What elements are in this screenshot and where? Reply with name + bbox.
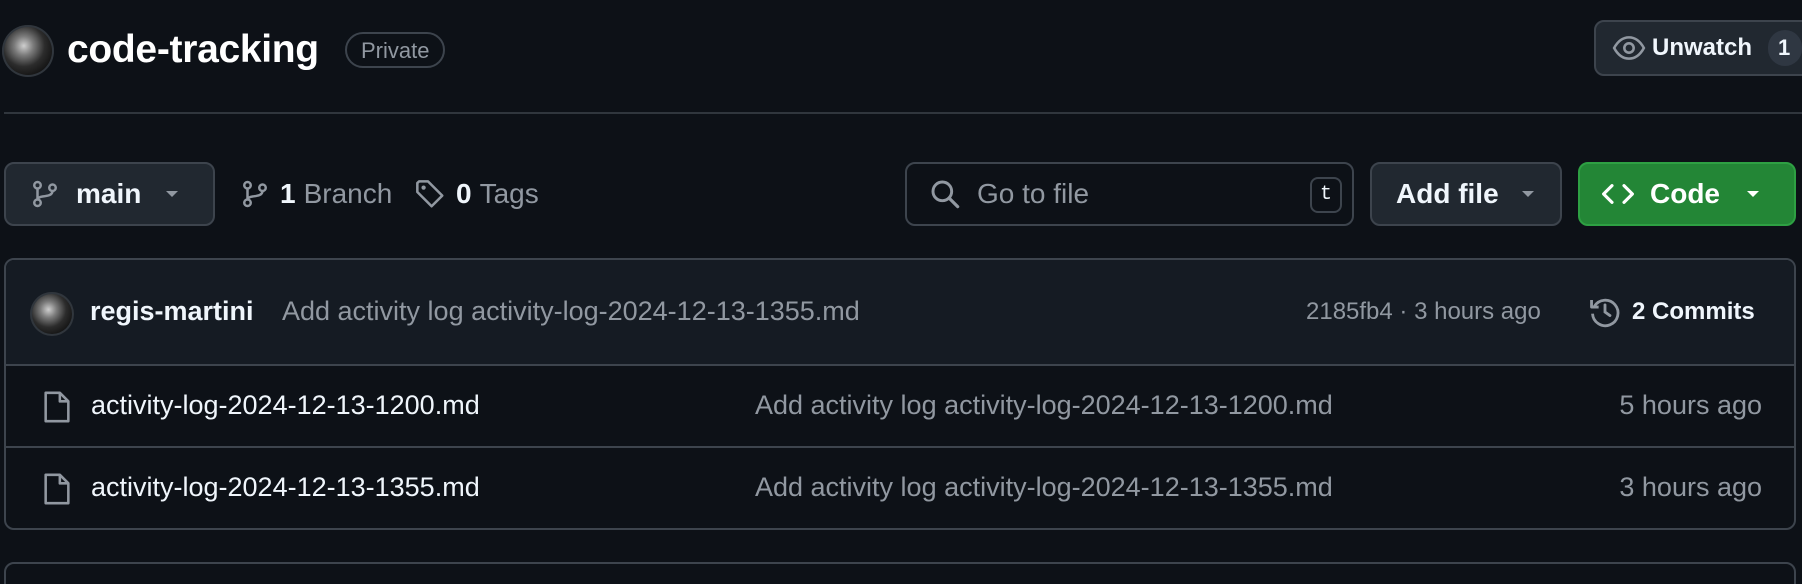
git-branch-icon xyxy=(243,180,267,208)
tag-icon xyxy=(416,180,444,208)
go-to-file-input[interactable] xyxy=(975,177,1289,211)
code-button[interactable]: Code xyxy=(1578,162,1796,226)
branch-name: main xyxy=(76,178,142,209)
visibility-badge: Private xyxy=(345,32,446,68)
commit-hash-and-time[interactable]: 2185fb4 · 3 hours ago xyxy=(1306,298,1541,326)
go-to-file-search[interactable]: t xyxy=(905,162,1354,226)
commits-count-label: 2 Commits xyxy=(1632,298,1755,325)
tags-link[interactable]: 0 Tags xyxy=(414,168,539,220)
header-divider xyxy=(4,112,1802,114)
repo-name[interactable]: code-tracking xyxy=(67,24,319,76)
repo-header: code-tracking Private Unwatch 1 xyxy=(0,0,1802,112)
add-file-label: Add file xyxy=(1396,178,1499,209)
file-icon xyxy=(44,391,70,423)
tag-count: 0 xyxy=(456,178,472,209)
watchers-count: 1 xyxy=(1768,30,1802,66)
latest-commit-row: regis-martini Add activity log activity-… xyxy=(6,260,1794,366)
commit-author[interactable]: regis-martini xyxy=(90,296,254,327)
chevron-down-icon xyxy=(1521,191,1534,197)
readme-panel xyxy=(4,562,1796,584)
file-commit-message[interactable]: Add activity log activity-log-2024-12-13… xyxy=(755,472,1333,503)
branch-count: 1 xyxy=(280,178,296,209)
file-commit-age: 5 hours ago xyxy=(1619,390,1762,420)
code-brackets-icon xyxy=(1602,184,1634,204)
branch-selector-button[interactable]: main xyxy=(4,162,215,226)
git-branch-icon xyxy=(33,180,57,208)
table-row[interactable]: activity-log-2024-12-13-1355.md Add acti… xyxy=(6,448,1794,528)
eye-icon xyxy=(1612,36,1646,60)
unwatch-label: Unwatch xyxy=(1652,34,1753,61)
file-name-link[interactable]: activity-log-2024-12-13-1355.md xyxy=(91,472,480,503)
history-icon xyxy=(1590,298,1620,328)
keyboard-shortcut-hint: t xyxy=(1310,177,1342,213)
owner-avatar[interactable] xyxy=(2,25,54,77)
search-icon xyxy=(931,180,960,209)
file-table: regis-martini Add activity log activity-… xyxy=(4,258,1796,530)
file-icon xyxy=(44,473,70,505)
table-row[interactable]: activity-log-2024-12-13-1200.md Add acti… xyxy=(6,366,1794,448)
avatar[interactable] xyxy=(30,292,74,336)
file-commit-message[interactable]: Add activity log activity-log-2024-12-13… xyxy=(755,390,1333,421)
tag-label: Tags xyxy=(479,178,539,209)
commits-history-link[interactable]: 2 Commits xyxy=(1588,290,1755,334)
unwatch-button[interactable]: Unwatch 1 xyxy=(1594,20,1802,76)
code-label: Code xyxy=(1650,178,1720,209)
branch-label: Branch xyxy=(303,178,393,209)
chevron-down-icon xyxy=(166,191,179,197)
branches-link[interactable]: 1 Branch xyxy=(240,168,392,220)
file-commit-age: 3 hours ago xyxy=(1619,472,1762,502)
repository-page: code-tracking Private Unwatch 1 main 1 B… xyxy=(0,0,1802,584)
chevron-down-icon xyxy=(1747,191,1759,197)
latest-commit-message[interactable]: Add activity log activity-log-2024-12-13… xyxy=(282,296,860,327)
add-file-button[interactable]: Add file xyxy=(1370,162,1562,226)
file-name-link[interactable]: activity-log-2024-12-13-1200.md xyxy=(91,390,480,421)
